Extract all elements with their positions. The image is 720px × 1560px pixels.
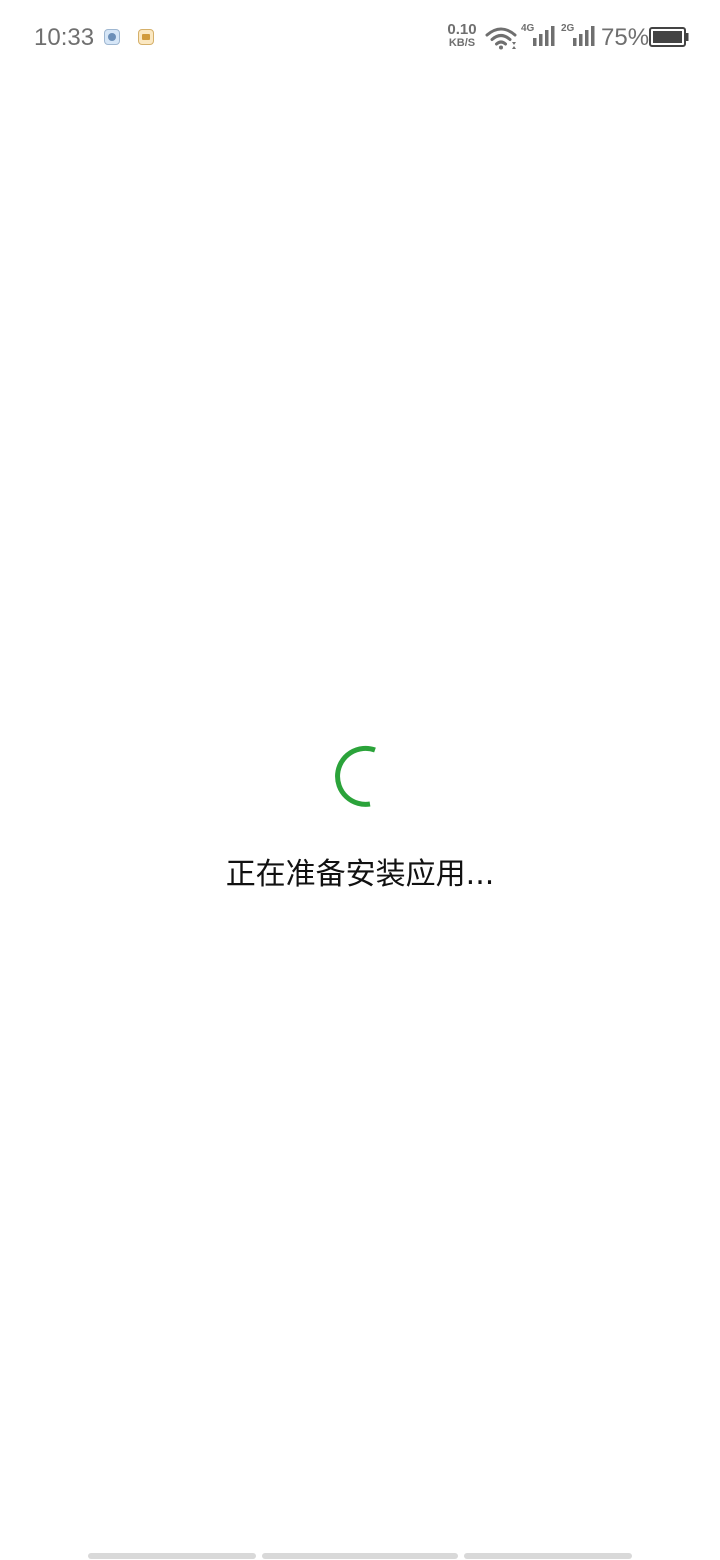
nav-gesture-home[interactable] (262, 1553, 458, 1559)
network-speed-value: 0.10 (447, 21, 477, 38)
loading-spinner (335, 745, 376, 807)
app-notification-icon (104, 29, 120, 45)
signal-icon (573, 26, 595, 46)
battery-fill (653, 31, 682, 43)
nav-gesture-right[interactable] (464, 1553, 632, 1559)
sim2-signal: 2G (561, 24, 597, 48)
sim1-signal: 4G (521, 24, 557, 48)
status-time: 10:33 (34, 24, 95, 51)
signal-icon (533, 26, 555, 46)
status-bar: 10:33 0.10 KB/S 4G 2G 75% (0, 0, 720, 76)
wifi-icon (485, 27, 517, 50)
nav-gesture-left[interactable] (88, 1553, 256, 1559)
network-speed-unit: KB/S (448, 37, 476, 49)
battery-icon (649, 27, 689, 47)
loading-message: 正在准备安装应用... (225, 857, 495, 892)
file-notification-icon (138, 29, 154, 45)
battery-percent: 75% (601, 24, 650, 51)
network-speed: 0.10 KB/S (444, 22, 480, 50)
gesture-navigation-bar[interactable] (0, 1552, 720, 1560)
